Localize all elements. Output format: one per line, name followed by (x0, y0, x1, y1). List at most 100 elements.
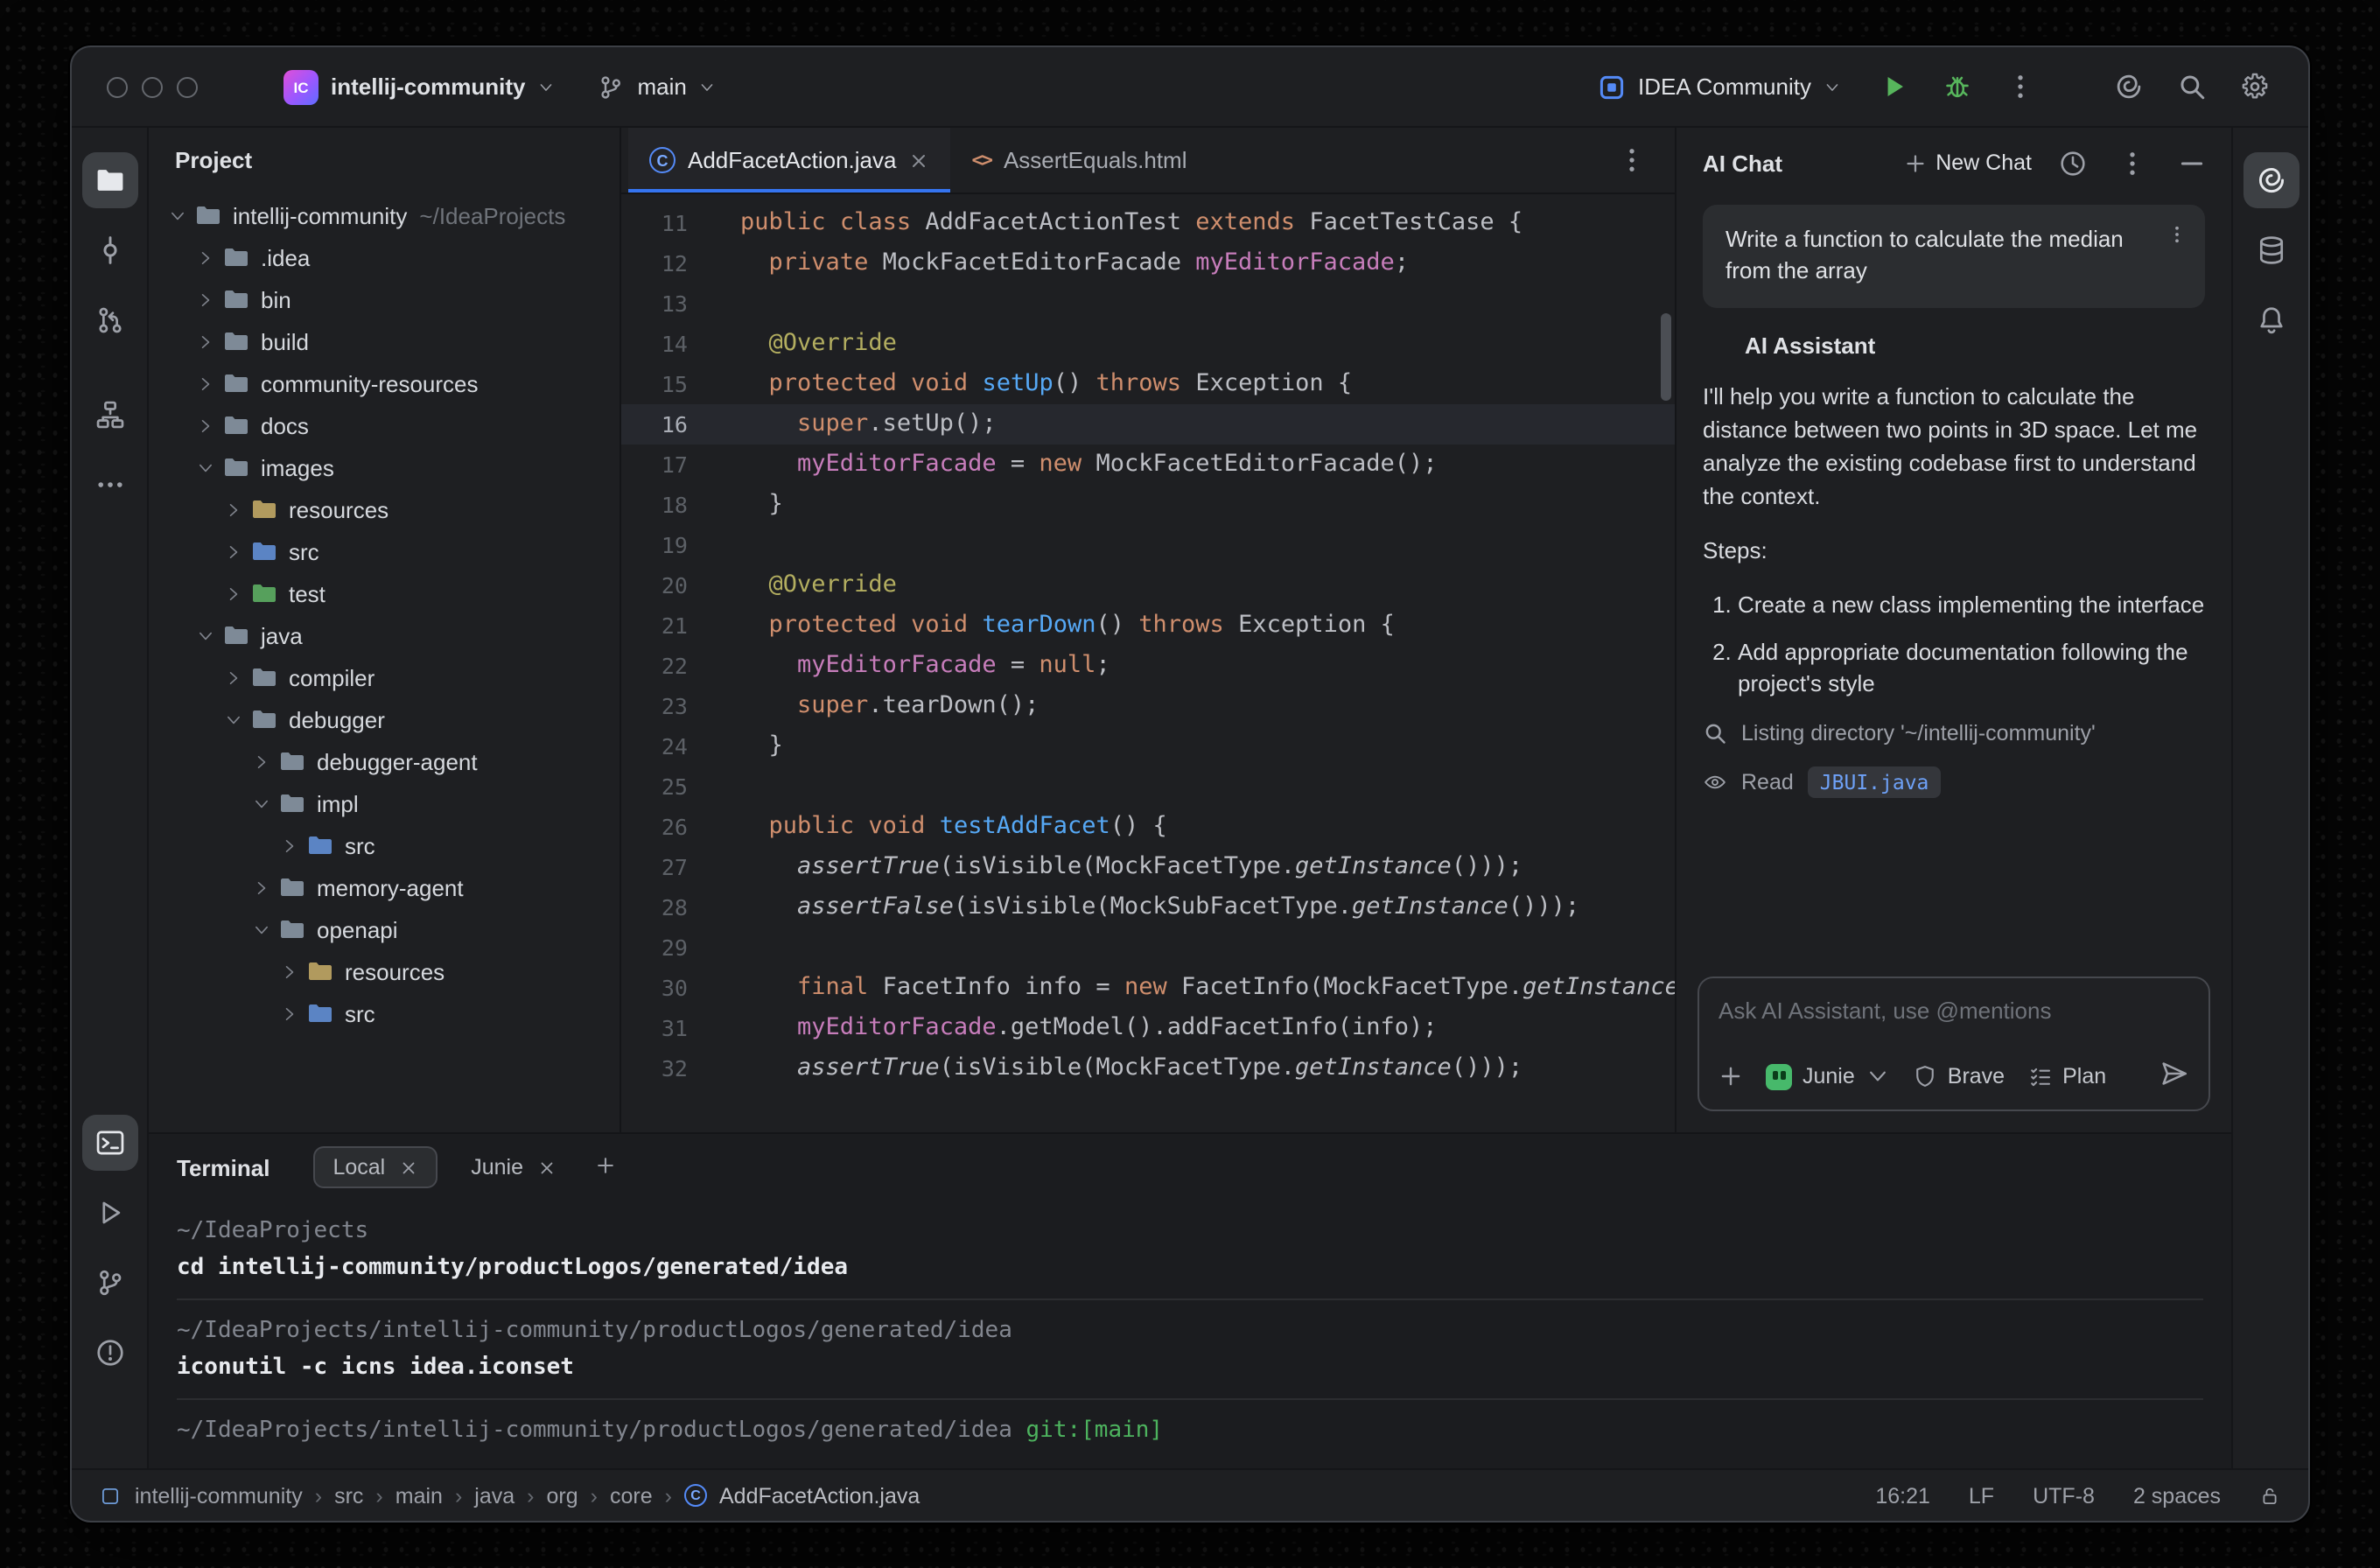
ai-assistant-button[interactable] (2102, 60, 2154, 113)
run-button[interactable] (1867, 60, 1920, 113)
ai-input-box[interactable]: Junie Brave Plan (1698, 976, 2210, 1111)
more-tool-windows-button[interactable] (81, 457, 137, 513)
run-configuration-widget[interactable]: IDEA Community (1582, 64, 1857, 109)
line-number[interactable]: 28 (621, 887, 712, 928)
ai-chat-input[interactable] (1718, 998, 2189, 1024)
chevron-right-icon[interactable] (275, 831, 303, 859)
tree-item[interactable]: java (149, 614, 620, 656)
attach-button[interactable] (1718, 1064, 1743, 1088)
line-number[interactable]: 24 (621, 726, 712, 766)
chat-options-button[interactable] (2112, 144, 2151, 182)
indent-setting[interactable]: 2 spaces (2133, 1483, 2221, 1508)
breadcrumb-item[interactable]: core (610, 1483, 653, 1508)
breadcrumb-item[interactable]: org (547, 1483, 578, 1508)
chevron-right-icon[interactable] (247, 747, 275, 775)
code-line[interactable]: 17 myEditorFacade = new MockFacetEditorF… (621, 444, 1675, 485)
tree-item[interactable]: build (149, 320, 620, 362)
tree-item[interactable]: src (149, 992, 620, 1034)
chevron-down-icon[interactable] (163, 201, 191, 229)
pull-requests-tool-button[interactable] (81, 292, 137, 348)
problems-tool-button[interactable] (81, 1325, 137, 1381)
project-tool-button[interactable] (81, 152, 137, 208)
code-line[interactable]: 21 protected void tearDown() throws Exce… (621, 606, 1675, 646)
chevron-right-icon[interactable] (191, 243, 219, 271)
tree-item[interactable]: debugger-agent (149, 740, 620, 782)
ai-chat-tool-button[interactable] (2243, 152, 2299, 208)
chevron-right-icon[interactable] (191, 369, 219, 397)
line-number[interactable]: 27 (621, 847, 712, 887)
line-number[interactable]: 32 (621, 1048, 712, 1088)
minimize-window-button[interactable] (142, 76, 163, 97)
breadcrumb-item[interactable]: AddFacetAction.java (719, 1483, 920, 1508)
line-number[interactable]: 23 (621, 686, 712, 726)
encoding[interactable]: UTF-8 (2033, 1483, 2095, 1508)
lock-icon[interactable] (2259, 1485, 2280, 1506)
code-line[interactable]: 27 assertTrue(isVisible(MockFacetType.ge… (621, 847, 1675, 887)
tree-item[interactable]: src (149, 824, 620, 866)
code-line[interactable]: 29 (621, 928, 1675, 968)
terminal-tool-button[interactable] (81, 1115, 137, 1171)
code-line[interactable]: 32 assertTrue(isVisible(MockFacetType.ge… (621, 1048, 1675, 1088)
window-controls[interactable] (107, 76, 198, 97)
tool-call-listing[interactable]: Listing directory '~/intellij-community' (1703, 722, 2205, 746)
code-line[interactable]: 18 } (621, 485, 1675, 525)
tree-item[interactable]: intellij-community ~/IdeaProjects (149, 194, 620, 236)
tree-item[interactable]: openapi (149, 908, 620, 950)
new-terminal-tab-button[interactable] (595, 1154, 616, 1180)
chevron-right-icon[interactable] (191, 285, 219, 313)
chevron-down-icon[interactable] (247, 915, 275, 943)
code-line[interactable]: 23 super.tearDown(); (621, 686, 1675, 726)
line-number[interactable]: 26 (621, 807, 712, 847)
chevron-right-icon[interactable] (219, 495, 247, 523)
tree-item[interactable]: impl (149, 782, 620, 824)
line-number[interactable]: 13 (621, 284, 712, 324)
notifications-tool-button[interactable] (2243, 292, 2299, 348)
editor-tab-options-button[interactable] (1605, 134, 1657, 186)
run-tool-button[interactable] (81, 1185, 137, 1241)
line-number[interactable]: 29 (621, 928, 712, 968)
code-line[interactable]: 26 public void testAddFacet() { (621, 807, 1675, 847)
close-icon[interactable] (399, 1158, 418, 1177)
tree-item[interactable]: .idea (149, 236, 620, 278)
line-number[interactable]: 17 (621, 444, 712, 485)
terminal-tab-local[interactable]: Local (315, 1148, 437, 1186)
chevron-right-icon[interactable] (275, 999, 303, 1027)
tree-item[interactable]: images (149, 446, 620, 488)
code-line[interactable]: 13 (621, 284, 1675, 324)
line-number[interactable]: 20 (621, 565, 712, 606)
line-number[interactable]: 16 (621, 404, 712, 444)
line-number[interactable]: 31 (621, 1008, 712, 1048)
vcs-branch-widget[interactable]: main (581, 64, 732, 109)
code-line[interactable]: 20 @Override (621, 565, 1675, 606)
line-number[interactable]: 25 (621, 766, 712, 807)
close-icon[interactable] (537, 1158, 556, 1177)
breadcrumb-item[interactable]: intellij-community (135, 1483, 303, 1508)
search-everywhere-button[interactable] (2165, 60, 2217, 113)
code-line[interactable]: 22 myEditorFacade = null; (621, 646, 1675, 686)
git-tool-button[interactable] (81, 1255, 137, 1311)
code-line[interactable]: 15 protected void setUp() throws Excepti… (621, 364, 1675, 404)
commit-tool-button[interactable] (81, 222, 137, 278)
line-number[interactable]: 22 (621, 646, 712, 686)
line-number[interactable]: 30 (621, 968, 712, 1008)
model-selector[interactable]: Junie (1766, 1063, 1890, 1089)
brave-mode-toggle[interactable]: Brave (1913, 1064, 2005, 1088)
code-line[interactable]: 31 myEditorFacade.getModel().addFacetInf… (621, 1008, 1675, 1048)
tree-item[interactable]: memory-agent (149, 866, 620, 908)
line-number[interactable]: 21 (621, 606, 712, 646)
file-chip[interactable]: JBUI.java (1807, 766, 1942, 799)
code-line[interactable]: 12 private MockFacetEditorFacade myEdito… (621, 243, 1675, 284)
settings-button[interactable] (2228, 60, 2280, 113)
chevron-down-icon[interactable] (219, 705, 247, 733)
tree-item[interactable]: debugger (149, 698, 620, 740)
tree-item[interactable]: compiler (149, 656, 620, 698)
code-line[interactable]: 16 super.setUp(); (621, 404, 1675, 444)
breadcrumb-item[interactable]: java (474, 1483, 514, 1508)
code-line[interactable]: 11 public class AddFacetActionTest extend… (621, 203, 1675, 243)
chevron-right-icon[interactable] (247, 873, 275, 901)
tree-item[interactable]: docs (149, 404, 620, 446)
chat-history-button[interactable] (2053, 144, 2091, 182)
code-line[interactable]: 25 (621, 766, 1675, 807)
tree-item[interactable]: community-resources (149, 362, 620, 404)
close-icon[interactable] (908, 150, 929, 171)
